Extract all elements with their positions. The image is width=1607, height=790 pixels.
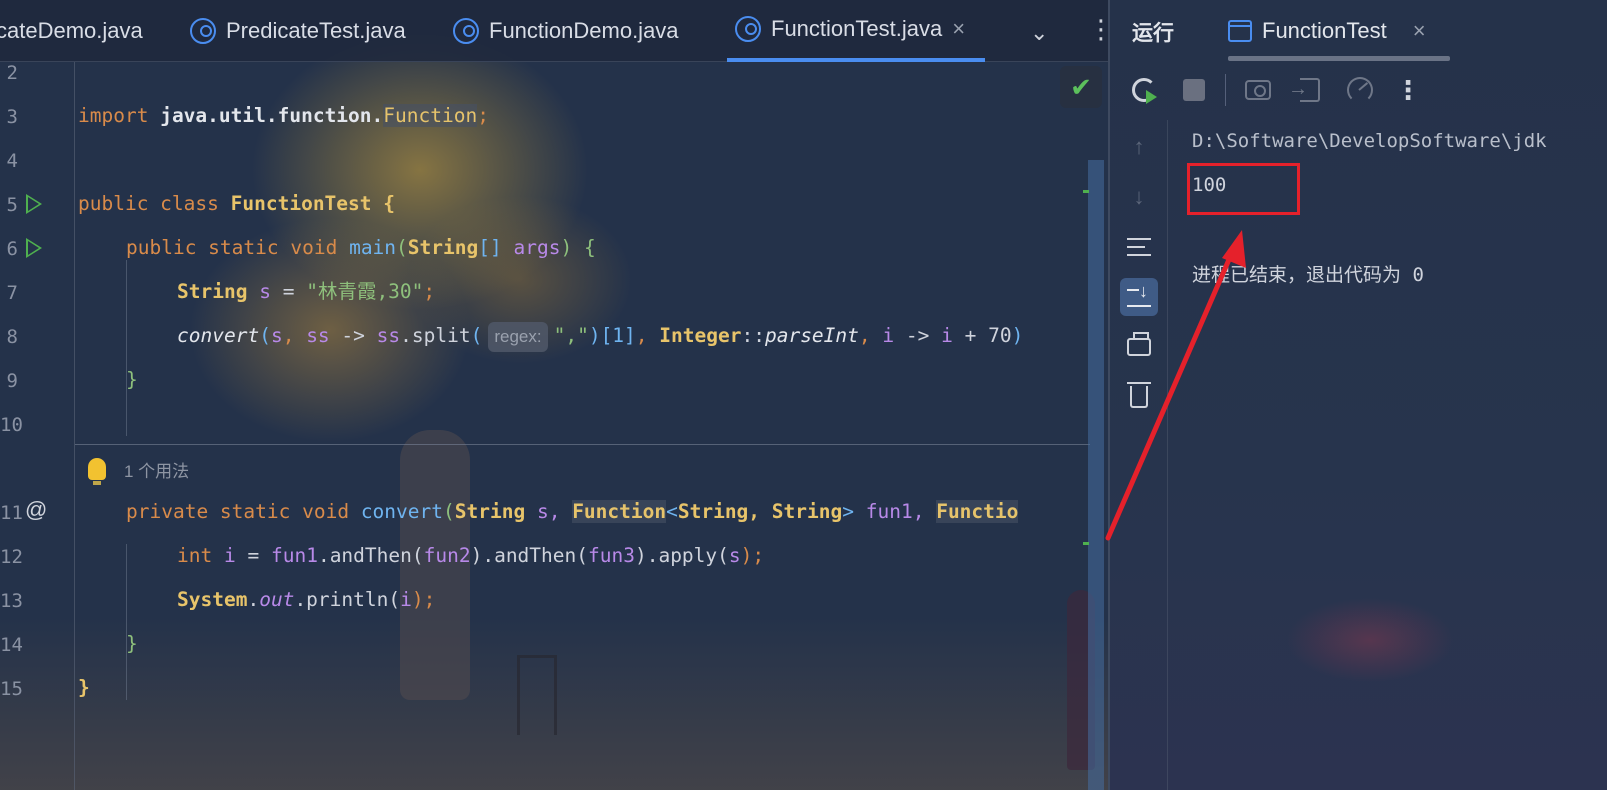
screenshot-button[interactable] <box>1240 72 1276 108</box>
profiler-button[interactable] <box>1342 72 1378 108</box>
line-number: 5 <box>6 194 18 216</box>
toolbar-divider <box>1225 74 1226 106</box>
console-output[interactable]: D:\Software\DevelopSoftware\jdk 100 进程已结… <box>1192 120 1607 790</box>
rerun-button[interactable] <box>1126 72 1162 108</box>
code-line-6: public static void main(String[] args) { <box>126 236 596 259</box>
soft-wrap-button[interactable] <box>1120 228 1158 266</box>
stop-button[interactable] <box>1176 72 1212 108</box>
enter-icon <box>1288 78 1320 102</box>
console-exit-message: 进程已结束，退出代码为 0 <box>1192 264 1424 286</box>
lightbulb-icon[interactable] <box>88 458 106 485</box>
implementation-at-icon[interactable]: @ <box>25 497 47 523</box>
change-marker <box>1083 190 1089 193</box>
gauge-icon <box>1347 77 1373 103</box>
chevron-down-icon[interactable]: ⌄ <box>1030 20 1048 46</box>
line-number: 9 <box>6 370 18 392</box>
run-panel-title: 运行 <box>1132 22 1174 45</box>
change-marker <box>1083 542 1089 545</box>
usage-hint-label: 1 个用法 <box>124 461 190 481</box>
clear-all-button[interactable] <box>1120 378 1158 416</box>
code-line-11: private static void convert(String s, Fu… <box>126 500 1019 523</box>
tab-label: FunctionTest.java <box>771 16 943 41</box>
tab-predicatetest[interactable]: PredicateTest.java <box>190 0 406 62</box>
more-options-icon: ⋮ <box>1395 74 1421 105</box>
code-area[interactable]: import java.util.function.Function; publ… <box>78 62 1108 790</box>
line-number: 6 <box>6 238 18 260</box>
line-number: 13 <box>0 590 23 612</box>
line-number: 7 <box>6 282 18 304</box>
code-line-3: import java.util.function.Function; <box>78 104 489 127</box>
code-line-15: } <box>78 676 90 699</box>
line-number: 14 <box>0 634 23 656</box>
run-tab-label: FunctionTest <box>1262 18 1387 43</box>
editor-tab-bar: cateDemo.java PredicateTest.java Functio… <box>0 0 1133 62</box>
line-number: 3 <box>6 106 18 128</box>
tab-label: PredicateTest.java <box>226 18 406 43</box>
java-class-icon <box>735 16 761 42</box>
line-number: 12 <box>0 546 23 568</box>
code-line-14: } <box>126 632 138 655</box>
printer-icon <box>1127 332 1151 356</box>
run-config-icon <box>1228 20 1252 42</box>
console-side-toolbar: ↑ ↓ <box>1110 120 1168 790</box>
code-line-8: convert(s, ss -> ss.split(regex: ",")[1],… <box>177 314 1023 358</box>
console-command-line: D:\Software\DevelopSoftware\jdk <box>1192 130 1547 152</box>
editor-scrollbar[interactable] <box>1088 160 1104 790</box>
scroll-to-end-button[interactable] <box>1120 278 1158 316</box>
print-button[interactable] <box>1120 328 1158 366</box>
trash-icon <box>1127 382 1151 408</box>
highlight-box <box>1187 163 1300 215</box>
tab-label: FunctionDemo.java <box>489 18 679 43</box>
run-class-icon[interactable] <box>26 194 42 214</box>
line-number: 2 <box>6 62 18 84</box>
run-main-icon[interactable] <box>26 238 42 258</box>
soft-wrap-icon <box>1127 238 1151 256</box>
tab-functiondemo[interactable]: FunctionDemo.java <box>453 0 679 62</box>
down-arrow-icon[interactable]: ↓ <box>1120 178 1158 216</box>
tab-label: cateDemo.java <box>0 18 143 43</box>
code-line-7: String s = "林青霞,30"; <box>177 280 436 303</box>
line-number: 15 <box>0 678 23 700</box>
run-tool-window: 运行 FunctionTest × ⋮ ↑ ↓ <box>1108 0 1607 790</box>
close-tab-icon[interactable]: × <box>952 16 965 42</box>
tab-run-functiontest[interactable]: FunctionTest × <box>1228 0 1426 62</box>
java-class-icon <box>190 18 216 44</box>
code-line-12: int i = fun1.andThen(fun2).andThen(fun3)… <box>177 544 765 567</box>
run-tab-indicator <box>1228 56 1450 61</box>
line-number: 10 <box>0 414 23 436</box>
inspection-ok-icon[interactable]: ✔ <box>1060 66 1102 108</box>
line-number: 11 <box>0 502 23 524</box>
scroll-to-end-icon <box>1127 281 1151 307</box>
more-button[interactable]: ⋮ <box>1390 72 1426 108</box>
code-line-13: System.out.println(i); <box>177 588 436 611</box>
usage-hint[interactable]: 1 个用法 <box>88 452 189 486</box>
code-line-9: } <box>126 368 138 391</box>
tab-predicatedemo[interactable]: cateDemo.java <box>0 0 143 62</box>
stop-icon <box>1183 79 1205 101</box>
editor-pane: cateDemo.java PredicateTest.java Functio… <box>0 0 1133 790</box>
code-line-5: public class FunctionTest { <box>78 192 396 215</box>
line-number: 8 <box>6 326 18 348</box>
close-icon[interactable]: × <box>1413 18 1426 44</box>
method-separator <box>75 444 1090 445</box>
java-class-icon <box>453 18 479 44</box>
attach-button[interactable] <box>1288 72 1328 108</box>
line-number: 4 <box>6 150 18 172</box>
run-toolbar: ⋮ <box>1110 62 1607 120</box>
tab-functiontest[interactable]: FunctionTest.java × <box>727 0 985 62</box>
param-hint: regex: <box>488 322 548 352</box>
play-icon <box>1146 90 1157 104</box>
run-header: 运行 FunctionTest × <box>1110 0 1607 62</box>
up-arrow-icon[interactable]: ↑ <box>1120 128 1158 166</box>
camera-icon <box>1245 80 1271 100</box>
